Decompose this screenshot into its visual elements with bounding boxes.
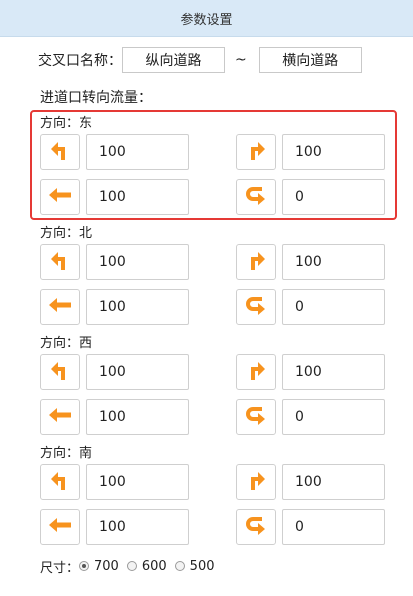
u-turn-button-east[interactable] [236, 179, 276, 215]
straight-input-north[interactable]: 100 [86, 289, 189, 325]
flow-section-label: 进道口转向流量： [40, 90, 152, 106]
u-turn-icon [242, 403, 270, 431]
straight-left-icon [46, 295, 74, 319]
radio-700[interactable] [79, 561, 90, 571]
u-turn-input-north[interactable]: 0 [282, 289, 385, 325]
direction-label-north: 方向：北 [40, 226, 93, 241]
turn-left-icon [47, 468, 73, 496]
left-turn-button-north[interactable] [40, 244, 80, 280]
right-turn-input-west[interactable]: 100 [282, 354, 385, 390]
left-turn-button-south[interactable] [40, 464, 80, 500]
size-option-500-label: 500 [189, 558, 215, 574]
straight-left-icon [46, 515, 74, 539]
size-option-500[interactable]: 500 [174, 558, 215, 574]
straight-button-south[interactable] [40, 509, 80, 545]
size-option-600-label: 600 [141, 558, 167, 574]
vertical-road-label: 纵向道路 [145, 53, 202, 69]
size-row: 尺寸： 700 600 500 [40, 556, 223, 576]
straight-button-west[interactable] [40, 399, 80, 435]
u-turn-icon [242, 293, 270, 321]
turn-left-icon [47, 248, 73, 276]
straight-left-icon [46, 405, 74, 429]
size-option-700[interactable]: 700 [79, 559, 119, 574]
straight-input-west[interactable]: 100 [86, 399, 189, 435]
left-turn-button-west[interactable] [40, 354, 80, 390]
left-turn-input-east[interactable]: 100 [86, 134, 189, 170]
straight-button-east[interactable] [40, 179, 80, 215]
straight-button-north[interactable] [40, 289, 80, 325]
direction-label-south: 方向：南 [40, 446, 93, 461]
size-option-600[interactable]: 600 [126, 558, 167, 574]
turn-right-icon [243, 358, 269, 386]
u-turn-icon [242, 513, 270, 541]
right-turn-input-east[interactable]: 100 [282, 134, 385, 170]
right-turn-button-west[interactable] [236, 354, 276, 390]
turn-left-icon [47, 138, 73, 166]
left-turn-input-west[interactable]: 100 [86, 354, 189, 390]
right-turn-input-north[interactable]: 100 [282, 244, 385, 280]
right-turn-button-south[interactable] [236, 464, 276, 500]
intersection-name-row: 交叉口名称： 纵向道路 ~ 横向道路 [38, 47, 362, 73]
left-turn-button-east[interactable] [40, 134, 80, 170]
right-turn-button-east[interactable] [236, 134, 276, 170]
straight-input-south[interactable]: 100 [86, 509, 189, 545]
radio-500[interactable] [174, 561, 185, 571]
size-label: 尺寸： [40, 560, 80, 576]
turn-left-icon [47, 358, 73, 386]
turn-right-icon [243, 248, 269, 276]
horizontal-road-label: 横向道路 [282, 53, 339, 69]
size-option-700-label: 700 [94, 558, 119, 574]
right-turn-button-north[interactable] [236, 244, 276, 280]
left-turn-input-south[interactable]: 100 [86, 464, 189, 500]
panel-title: 参数设置 [180, 12, 233, 28]
direction-label-east: 方向：东 [40, 116, 93, 131]
u-turn-button-west[interactable] [236, 399, 276, 435]
u-turn-input-south[interactable]: 0 [282, 509, 385, 545]
radio-600[interactable] [126, 561, 137, 571]
intersection-name-label: 交叉口名称： [38, 53, 122, 69]
u-turn-input-east[interactable]: 0 [282, 179, 385, 215]
direction-label-west: 方向：西 [40, 336, 93, 351]
u-turn-icon [242, 183, 270, 211]
turn-right-icon [243, 138, 269, 166]
u-turn-input-west[interactable]: 0 [282, 399, 385, 435]
u-turn-button-south[interactable] [236, 509, 276, 545]
straight-input-east[interactable]: 100 [86, 179, 189, 215]
panel-header: 参数设置 [0, 0, 413, 37]
turn-right-icon [243, 468, 269, 496]
vertical-road-button[interactable]: 纵向道路 [122, 47, 225, 73]
horizontal-road-button[interactable]: 横向道路 [258, 47, 362, 73]
road-separator: ~ [235, 52, 247, 68]
u-turn-button-north[interactable] [236, 289, 276, 325]
straight-left-icon [46, 185, 74, 209]
right-turn-input-south[interactable]: 100 [282, 464, 385, 500]
left-turn-input-north[interactable]: 100 [86, 244, 189, 280]
